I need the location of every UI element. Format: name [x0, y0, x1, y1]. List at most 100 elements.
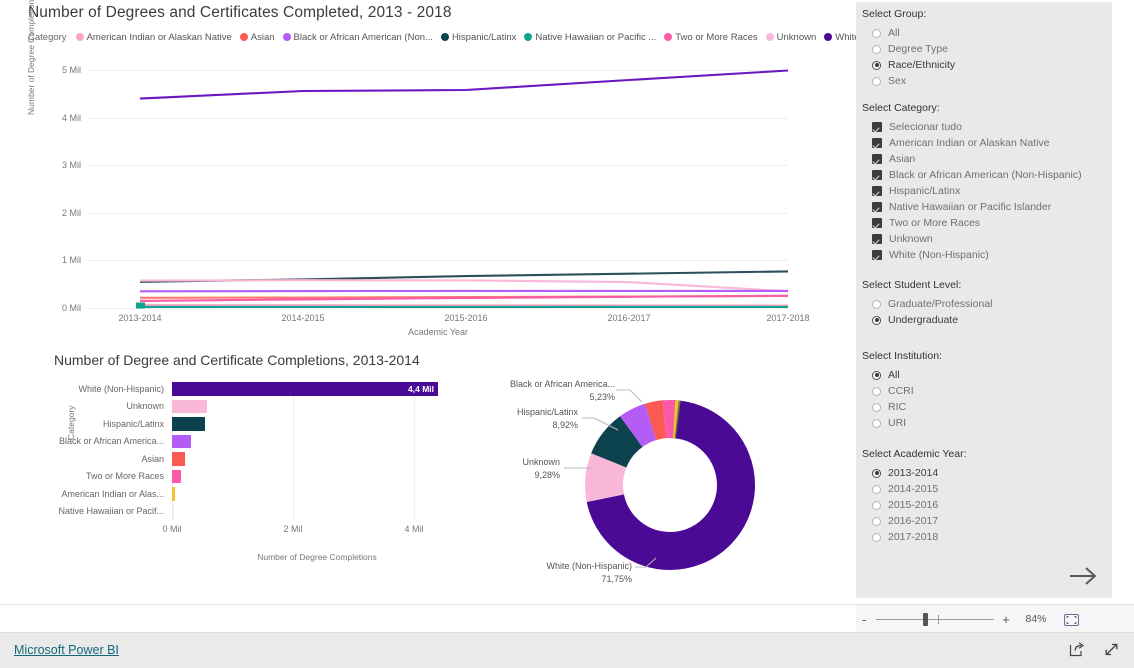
legend-item-two-or-more-races[interactable]: Two or More Races — [664, 32, 757, 43]
bar-two-or-more-races[interactable] — [172, 470, 181, 484]
radio-group-degree-type[interactable]: Degree Type — [872, 41, 1108, 57]
radio-year-2014-2015[interactable]: 2014-2015 — [872, 481, 1108, 497]
radio-institution-all[interactable]: All — [872, 367, 1108, 383]
checkbox-american-indian[interactable]: American Indian or Alaskan Native — [872, 135, 1108, 151]
checkbox-checked-icon[interactable] — [872, 154, 882, 164]
radio-icon[interactable] — [872, 45, 881, 54]
bar-row[interactable]: Asian — [172, 450, 462, 468]
bar-chart-x-axis-title: Number of Degree Completions — [172, 552, 462, 562]
x-axis-tick: 2013-2014 — [118, 313, 161, 323]
radio-level-undergraduate[interactable]: Undergraduate — [872, 312, 1108, 328]
radio-institution-ric[interactable]: RIC — [872, 399, 1108, 415]
bar-row[interactable]: White (Non-Hispanic) 4,4 Mil — [172, 380, 462, 398]
power-bi-brand-link[interactable]: Microsoft Power BI — [14, 643, 119, 657]
radio-group-all[interactable]: All — [872, 25, 1108, 41]
checkbox-white-non-hispanic[interactable]: White (Non-Hispanic) — [872, 247, 1108, 263]
checkbox-checked-icon[interactable] — [872, 250, 882, 260]
checkbox-unknown[interactable]: Unknown — [872, 231, 1108, 247]
checkbox-hispanic-latinx[interactable]: Hispanic/Latinx — [872, 183, 1108, 199]
radio-year-2017-2018[interactable]: 2017-2018 — [872, 529, 1108, 545]
checkbox-black-african-american[interactable]: Black or African American (Non-Hispanic) — [872, 167, 1108, 183]
checkbox-two-or-more-races[interactable]: Two or More Races — [872, 215, 1108, 231]
expand-arrows-glyph — [1103, 641, 1120, 658]
radio-icon[interactable] — [872, 419, 881, 428]
bar-row[interactable]: Two or More Races — [172, 468, 462, 486]
bar-row[interactable]: Unknown — [172, 398, 462, 416]
checkbox-checked-icon[interactable] — [872, 170, 882, 180]
bar-white-non-hispanic[interactable]: 4,4 Mil — [172, 382, 438, 396]
bar-data-label: 4,4 Mil — [408, 384, 434, 394]
zoom-in-button[interactable]: + — [998, 612, 1014, 627]
bar-american-indian[interactable] — [172, 487, 175, 501]
bar-row[interactable]: Hispanic/Latinx — [172, 415, 462, 433]
radio-year-2015-2016[interactable]: 2015-2016 — [872, 497, 1108, 513]
y-axis-tick: 2 Mil — [62, 208, 81, 218]
radio-level-graduate-professional[interactable]: Graduate/Professional — [872, 296, 1108, 312]
radio-selected-icon[interactable] — [872, 371, 881, 380]
legend-item-native-hawaiian[interactable]: Native Hawaiian or Pacific ... — [524, 32, 656, 43]
radio-group-sex[interactable]: Sex — [872, 73, 1108, 89]
radio-icon[interactable] — [872, 300, 881, 309]
checkbox-checked-icon[interactable] — [872, 122, 882, 132]
radio-institution-ccri[interactable]: CCRI — [872, 383, 1108, 399]
next-page-arrow-icon[interactable] — [1068, 564, 1098, 588]
legend-item-american-indian[interactable]: American Indian or Alaskan Native — [76, 32, 232, 43]
fullscreen-icon[interactable] — [1103, 641, 1120, 658]
radio-icon[interactable] — [872, 77, 881, 86]
bar-row[interactable]: Black or African America... — [172, 433, 462, 451]
bar-chart-visual[interactable]: Number of Degree and Certificate Complet… — [30, 344, 490, 604]
legend-item-unknown[interactable]: Unknown — [766, 32, 817, 43]
fit-to-page-icon[interactable] — [1064, 613, 1079, 625]
bar-black-african-american[interactable] — [172, 435, 191, 449]
share-icon[interactable] — [1068, 641, 1085, 658]
legend-color-swatch — [240, 33, 248, 41]
radio-selected-icon[interactable] — [872, 316, 881, 325]
checkbox-checked-icon[interactable] — [872, 186, 882, 196]
bar-row[interactable]: American Indian or Alas... — [172, 485, 462, 503]
checkbox-label: American Indian or Alaskan Native — [889, 137, 1050, 149]
legend-item-hispanic-latinx[interactable]: Hispanic/Latinx — [441, 32, 516, 43]
legend-item-asian[interactable]: Asian — [240, 32, 275, 43]
checkbox-checked-icon[interactable] — [872, 202, 882, 212]
radio-year-2016-2017[interactable]: 2016-2017 — [872, 513, 1108, 529]
bar-hispanic-latinx[interactable] — [172, 417, 205, 431]
zoom-slider-thumb[interactable] — [923, 613, 928, 626]
radio-selected-icon[interactable] — [872, 469, 881, 478]
radio-icon[interactable] — [872, 517, 881, 526]
donut-chart-visual[interactable]: Black or African America... 5,23% Hispan… — [490, 370, 840, 595]
gridline — [88, 308, 788, 309]
bar-native-hawaiian[interactable] — [172, 505, 174, 519]
checkbox-checked-icon[interactable] — [872, 138, 882, 148]
checkbox-label: Unknown — [889, 233, 933, 245]
y-axis-tick: 5 Mil — [62, 65, 81, 75]
radio-icon[interactable] — [872, 387, 881, 396]
zoom-slider-track[interactable] — [876, 619, 994, 620]
line-chart-legend[interactable]: Category American Indian or Alaskan Nati… — [28, 30, 934, 44]
donut-label-pct: 8,92% — [506, 419, 578, 432]
radio-icon[interactable] — [872, 485, 881, 494]
checkbox-native-hawaiian[interactable]: Native Hawaiian or Pacific Islander — [872, 199, 1108, 215]
legend-item-black-african-american[interactable]: Black or African American (Non... — [283, 32, 433, 43]
checkbox-checked-icon[interactable] — [872, 218, 882, 228]
radio-icon[interactable] — [872, 29, 881, 38]
bar-asian[interactable] — [172, 452, 185, 466]
checkbox-asian[interactable]: Asian — [872, 151, 1108, 167]
share-glyph — [1068, 641, 1085, 658]
checkbox-checked-icon[interactable] — [872, 234, 882, 244]
filter-group-select-group: Select Group: All Degree Type Race/Ethni… — [862, 8, 1108, 89]
radio-icon[interactable] — [872, 403, 881, 412]
line-chart-visual[interactable]: Number of Degrees and Certificates Compl… — [0, 0, 852, 340]
checkbox-select-all[interactable]: Selecionar tudo — [872, 119, 1108, 135]
radio-institution-uri[interactable]: URI — [872, 415, 1108, 431]
radio-icon[interactable] — [872, 533, 881, 542]
zoom-out-button[interactable]: - — [856, 612, 872, 627]
bar-unknown[interactable] — [172, 400, 207, 414]
bar-row[interactable]: Native Hawaiian or Pacif... — [172, 503, 462, 521]
radio-selected-icon[interactable] — [872, 61, 881, 70]
checkbox-label: Selecionar tudo — [889, 121, 962, 133]
radio-icon[interactable] — [872, 501, 881, 510]
radio-group-race-ethnicity[interactable]: Race/Ethnicity — [872, 57, 1108, 73]
radio-year-2013-2014[interactable]: 2013-2014 — [872, 465, 1108, 481]
bar-category-label: Black or African America... — [59, 436, 164, 446]
filter-group-academic-year: Select Academic Year: 2013-2014 2014-201… — [862, 448, 1108, 545]
